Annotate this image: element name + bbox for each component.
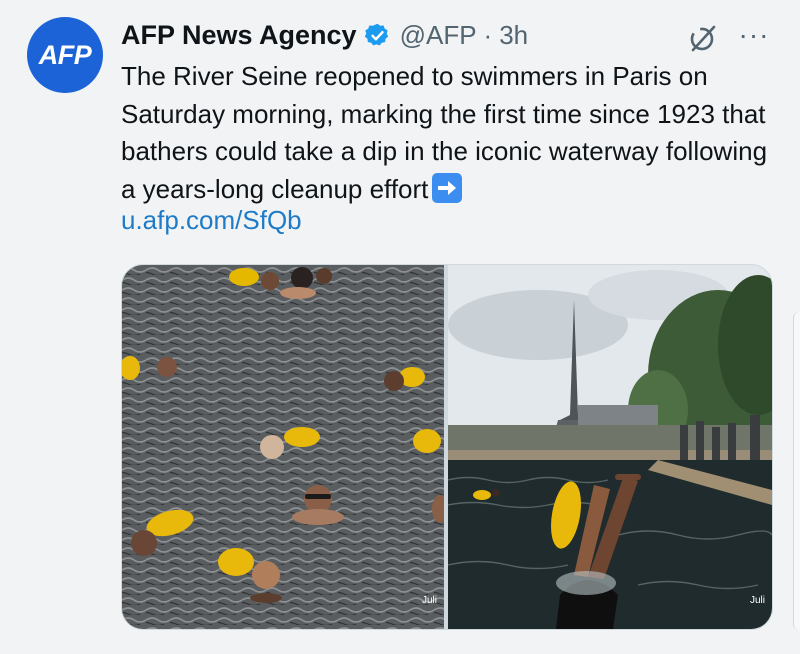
photo-credit: Juli (422, 595, 437, 606)
tweet-link[interactable]: u.afp.com/SfQb (121, 205, 302, 236)
tweet-text: The River Seine reopened to swimmers in … (121, 58, 781, 208)
right-arrow-emoji-icon (432, 172, 463, 203)
photo-swimmers[interactable]: Juli (122, 265, 444, 629)
side-panel-edge (793, 312, 800, 630)
verified-badge-icon (364, 22, 391, 49)
avatar[interactable]: AFP (27, 17, 103, 93)
more-options-button[interactable]: ··· (737, 19, 771, 50)
photo-credit: Juli (750, 595, 765, 606)
separator-dot: · (483, 19, 493, 50)
grok-icon[interactable] (687, 22, 719, 54)
avatar-logo-text: AFP (38, 39, 92, 70)
media-grid: Juli Juli (121, 264, 773, 630)
photo-eiffel-swimmer[interactable]: Juli (448, 265, 772, 629)
tweet-header: AFP News Agency @AFP · 3h (121, 16, 528, 54)
display-name[interactable]: AFP News Agency (121, 20, 357, 51)
account-handle[interactable]: @AFP (400, 20, 477, 51)
timestamp[interactable]: 3h (499, 20, 528, 51)
